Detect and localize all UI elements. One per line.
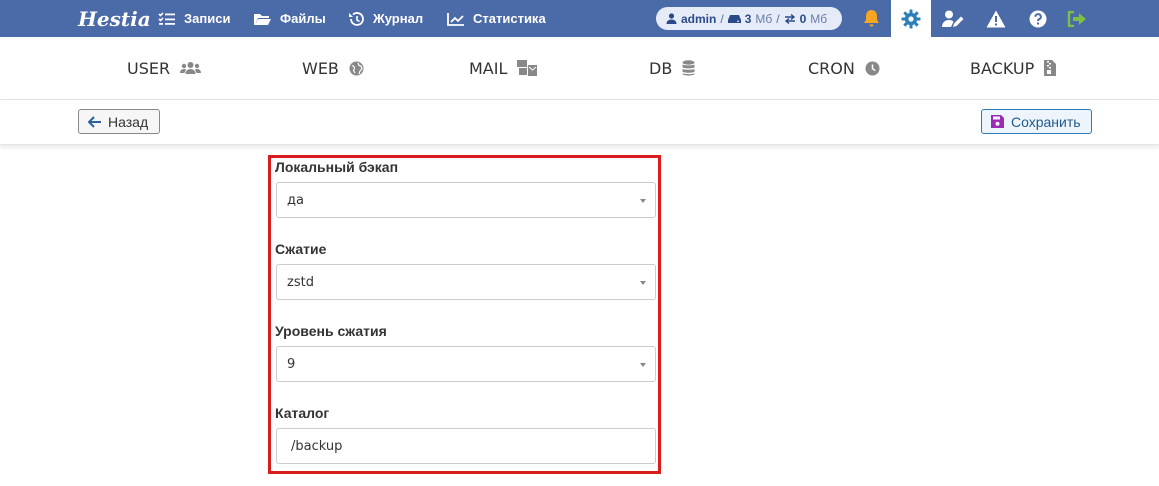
hdd-icon (727, 14, 741, 23)
back-button-label: Назад (108, 113, 149, 130)
help-button[interactable] (1020, 0, 1056, 37)
mail-bulk-icon (517, 60, 538, 76)
arrow-left-icon (88, 115, 101, 128)
compression-level-select[interactable]: 9 (276, 346, 656, 382)
globe-icon (349, 61, 364, 75)
local-backup-value: да (287, 192, 304, 208)
tab-label: BACKUP (970, 58, 1035, 78)
user-management-button[interactable] (935, 0, 971, 37)
logout-icon (1067, 10, 1086, 27)
server-settings-button[interactable] (891, 0, 931, 37)
bandwidth-value: 0 (799, 11, 807, 26)
local-backup-select[interactable]: да (276, 182, 656, 218)
compression-label: Сжатие (275, 241, 327, 257)
help-icon (1029, 10, 1047, 27)
bandwidth-unit: Мб (810, 11, 828, 26)
disk-usage-unit: Мб (755, 11, 773, 26)
save-button-label: Сохранить (1011, 113, 1081, 130)
username: admin (681, 11, 717, 26)
directory-value: /backup (291, 438, 343, 454)
folder-open-icon (254, 13, 271, 25)
file-archive-icon (1044, 60, 1057, 76)
menu-item-statistics[interactable]: Статистика (447, 0, 546, 37)
tab-backup[interactable]: BACKUP (970, 37, 1057, 99)
warning-icon (986, 10, 1006, 27)
database-icon (682, 60, 695, 76)
compression-select[interactable]: zstd (276, 264, 656, 300)
tab-cron[interactable]: CRON (808, 37, 880, 99)
compression-level-value: 9 (287, 356, 296, 372)
users-icon (180, 62, 202, 74)
tab-label: DB (649, 58, 673, 78)
caret-down-icon (640, 363, 646, 367)
caret-down-icon (640, 281, 646, 285)
tab-label: MAIL (469, 58, 508, 78)
action-toolbar: Назад Сохранить (0, 100, 1159, 145)
menu-item-label: Записи (184, 11, 231, 26)
menu-item-files[interactable]: Файлы (253, 0, 326, 37)
save-button[interactable]: Сохранить (981, 109, 1092, 134)
menu-item-label: Статистика (473, 11, 546, 26)
clock-icon (865, 61, 880, 75)
menu-item-log[interactable]: Журнал (348, 0, 423, 37)
exchange-icon (784, 13, 795, 24)
logout-button[interactable] (1059, 0, 1095, 37)
tab-label: WEB (302, 58, 339, 78)
chart-line-icon (447, 12, 464, 26)
tab-user[interactable]: USER (127, 37, 202, 99)
user-icon (666, 13, 677, 24)
local-backup-label: Локальный бэкап (275, 159, 399, 175)
list-check-icon (158, 11, 175, 25)
warnings-button[interactable] (978, 0, 1014, 37)
disk-usage-value: 3 (744, 11, 752, 26)
notifications-button[interactable] (853, 0, 889, 37)
menu-item-label: Файлы (280, 11, 326, 26)
top-navbar: Hestia Записи Файлы Журнал Статистика ad… (0, 0, 1159, 37)
tab-mail[interactable]: MAIL (469, 37, 538, 99)
caret-down-icon (640, 199, 646, 203)
compression-value: zstd (287, 274, 314, 290)
tab-web[interactable]: WEB (302, 37, 364, 99)
menu-item-records[interactable]: Записи (158, 0, 230, 37)
directory-label: Каталог (275, 405, 330, 421)
hestia-logo[interactable]: Hestia (78, 4, 151, 34)
directory-input[interactable]: /backup (276, 428, 656, 464)
tab-label: USER (127, 58, 171, 78)
tab-label: CRON (808, 58, 855, 78)
menu-item-label: Журнал (373, 11, 424, 26)
user-stats-pill[interactable]: admin / 3 Мб / 0 Мб (656, 7, 842, 30)
floppy-disk-icon (991, 115, 1004, 128)
back-button[interactable]: Назад (78, 109, 160, 134)
history-icon (349, 11, 364, 26)
compression-level-label: Уровень сжатия (275, 323, 387, 339)
bell-icon (863, 10, 879, 27)
tab-db[interactable]: DB (649, 37, 695, 99)
section-tabs: USER WEB MAIL DB CRON BACKUP (0, 37, 1159, 100)
user-edit-icon (942, 10, 964, 27)
gear-icon (901, 9, 921, 28)
